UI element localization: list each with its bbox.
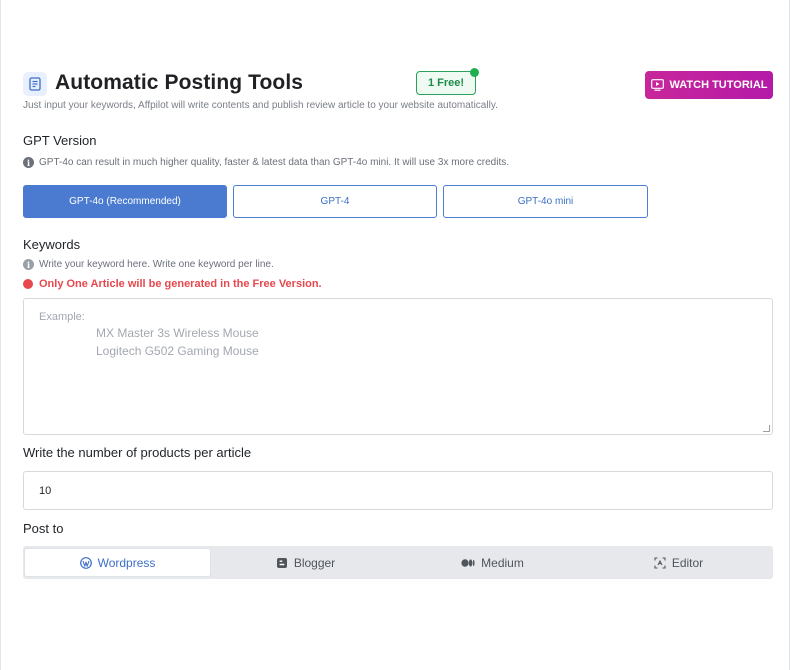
gpt-version-label: GPT Version <box>23 133 97 148</box>
gpt-option-gpt4[interactable]: GPT-4 <box>233 185 437 218</box>
keywords-textarea[interactable]: Example: MX Master 3s Wireless Mouse Log… <box>23 298 773 435</box>
products-label: Write the number of products per article <box>23 445 252 460</box>
keywords-info: i Write your keyword here. Write one key… <box>23 259 274 270</box>
gpt-info: i GPT-4o can result in much higher quali… <box>23 157 509 168</box>
tab-editor-label: Editor <box>671 555 704 570</box>
medium-icon <box>461 558 475 567</box>
page-title: Automatic Posting Tools <box>55 71 304 94</box>
placeholder-line: MX Master 3s Wireless Mouse <box>96 326 259 340</box>
gpt-option-gpt4o-mini[interactable]: GPT-4o mini <box>443 185 648 218</box>
info-icon: i <box>23 259 34 270</box>
document-list-icon <box>23 72 47 96</box>
play-screen-icon <box>650 79 664 91</box>
placeholder-line: Logitech G502 Gaming Mouse <box>96 344 259 358</box>
free-badge-label: 1 Free! <box>427 77 465 89</box>
tab-medium-label: Medium <box>481 555 524 570</box>
watch-tutorial-button[interactable]: WATCH TUTORIAL <box>645 71 773 99</box>
tab-wordpress-label: Wordpress <box>97 555 156 570</box>
warning-text: Only One Article will be generated in th… <box>39 278 322 290</box>
keywords-label: Keywords <box>23 237 81 252</box>
products-number-input[interactable]: 10 <box>23 471 773 510</box>
editor-icon <box>654 556 666 569</box>
gpt-option-gpt4o[interactable]: GPT-4o (Recommended) <box>23 185 227 218</box>
post-to-label: Post to <box>23 521 64 536</box>
gpt-info-text: GPT-4o can result in much higher quality… <box>39 157 510 168</box>
info-icon: i <box>23 157 34 168</box>
tab-blogger-label: Blogger <box>293 555 336 570</box>
wordpress-icon <box>79 556 92 569</box>
tab-wordpress[interactable]: Wordpress <box>25 549 210 576</box>
post-to-tabs: Wordpress Blogger Medium Editor <box>23 546 773 579</box>
page-subtitle: Just input your keywords, Affpilot will … <box>23 100 498 111</box>
tab-blogger[interactable]: Blogger <box>213 549 398 576</box>
free-badge: 1 Free! <box>416 68 479 95</box>
warning-dot-icon <box>23 279 33 289</box>
keywords-info-text: Write your keyword here. Write one keywo… <box>39 259 274 270</box>
resize-handle[interactable] <box>763 425 770 432</box>
tab-medium[interactable]: Medium <box>400 549 585 576</box>
placeholder-example-label: Example: <box>39 311 85 323</box>
blogger-icon <box>276 557 287 568</box>
free-version-warning: Only One Article will be generated in th… <box>23 278 322 290</box>
tab-editor[interactable]: Editor <box>586 549 771 576</box>
status-dot <box>470 68 479 77</box>
watch-tutorial-label: WATCH TUTORIAL <box>669 79 768 91</box>
